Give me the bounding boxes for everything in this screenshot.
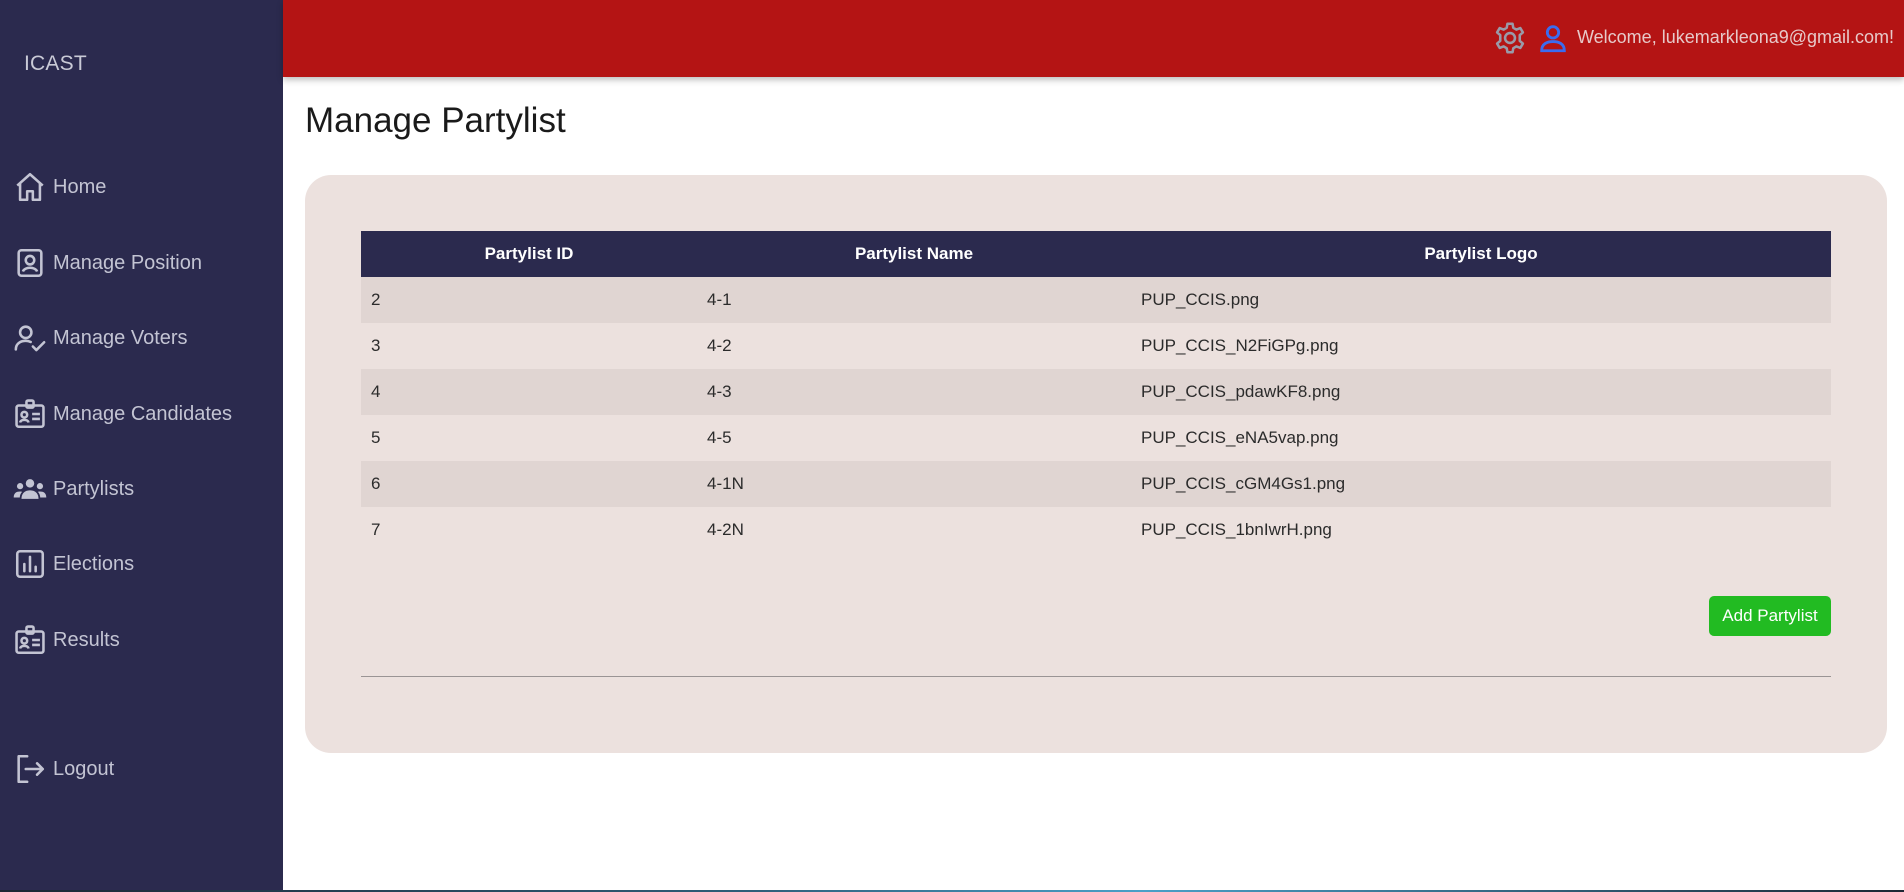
sidebar-item-label: Partylists xyxy=(53,477,135,500)
sidebar-item-label: Manage Voters xyxy=(53,326,188,349)
cell-id: 4 xyxy=(361,369,697,415)
id-card-icon xyxy=(15,625,45,655)
sidebar-item-label: Manage Position xyxy=(53,251,202,274)
position-badge-icon xyxy=(17,248,43,278)
cell-logo: PUP_CCIS_pdawKF8.png xyxy=(1131,369,1831,415)
sidebar-item-label: Elections xyxy=(53,552,135,575)
sidebar-item-logout[interactable]: Logout xyxy=(13,749,114,789)
column-header-logo: Partylist Logo xyxy=(1131,231,1831,277)
sidebar-item-label: Manage Candidates xyxy=(53,402,233,425)
divider xyxy=(361,676,1831,677)
sidebar-item-elections[interactable]: Elections xyxy=(13,544,134,584)
cell-logo: PUP_CCIS_cGM4Gs1.png xyxy=(1131,461,1831,507)
home-icon xyxy=(16,172,44,202)
partylist-table: Partylist ID Partylist Name Partylist Lo… xyxy=(361,231,1831,553)
cell-id: 7 xyxy=(361,507,697,553)
sidebar-item-results[interactable]: Results xyxy=(13,620,120,660)
sidebar-item-label: Logout xyxy=(53,757,115,780)
table-row[interactable]: 3 4-2 PUP_CCIS_N2FiGPg.png xyxy=(361,323,1831,369)
cell-name: 4-3 xyxy=(697,369,1131,415)
cell-name: 4-2 xyxy=(697,323,1131,369)
logout-icon xyxy=(17,754,45,784)
sidebar-item-home[interactable]: Home xyxy=(13,167,106,207)
table-row[interactable]: 4 4-3 PUP_CCIS_pdawKF8.png xyxy=(361,369,1831,415)
cell-id: 3 xyxy=(361,323,697,369)
brand-logo-text: ICAST xyxy=(24,52,87,75)
column-header-id: Partylist ID xyxy=(361,231,697,277)
table-header-row: Partylist ID Partylist Name Partylist Lo… xyxy=(361,231,1831,277)
table-row[interactable]: 5 4-5 PUP_CCIS_eNA5vap.png xyxy=(361,415,1831,461)
cell-logo: PUP_CCIS_1bnIwrH.png xyxy=(1131,507,1831,553)
partylist-card: Partylist ID Partylist Name Partylist Lo… xyxy=(305,175,1887,753)
cell-logo: PUP_CCIS_N2FiGPg.png xyxy=(1131,323,1831,369)
user-check-icon xyxy=(14,325,46,352)
top-header: Welcome, lukemarkleona9@gmail.com! xyxy=(283,0,1904,77)
cell-logo: PUP_CCIS_eNA5vap.png xyxy=(1131,415,1831,461)
cell-name: 4-1N xyxy=(697,461,1131,507)
cell-id: 5 xyxy=(361,415,697,461)
group-icon xyxy=(13,479,47,499)
column-header-name: Partylist Name xyxy=(697,231,1131,277)
sidebar-item-manage-voters[interactable]: Manage Voters xyxy=(13,318,188,358)
id-card-icon xyxy=(15,399,45,429)
sidebar: ICAST Home Manage Position Manage Voters xyxy=(0,0,283,890)
cell-name: 4-2N xyxy=(697,507,1131,553)
page-title: Manage Partylist xyxy=(305,101,566,140)
sidebar-item-label: Results xyxy=(53,628,120,651)
welcome-text: Welcome, lukemarkleona9@gmail.com! xyxy=(1577,27,1895,47)
sidebar-item-label: Home xyxy=(53,175,107,198)
cell-logo: PUP_CCIS.png xyxy=(1131,277,1831,323)
table-row[interactable]: 2 4-1 PUP_CCIS.png xyxy=(361,277,1831,323)
sidebar-item-manage-position[interactable]: Manage Position xyxy=(13,243,202,283)
gear-icon[interactable] xyxy=(1492,20,1528,56)
cell-id: 2 xyxy=(361,277,697,323)
app-window: ICAST Home Manage Position Manage Voters xyxy=(0,0,1904,890)
cell-id: 6 xyxy=(361,461,697,507)
table-row[interactable]: 6 4-1N PUP_CCIS_cGM4Gs1.png xyxy=(361,461,1831,507)
add-partylist-button[interactable]: Add Partylist xyxy=(1709,596,1831,636)
user-icon[interactable] xyxy=(1536,21,1570,55)
sidebar-item-manage-candidates[interactable]: Manage Candidates xyxy=(13,394,232,434)
cell-name: 4-1 xyxy=(697,277,1131,323)
cell-name: 4-5 xyxy=(697,415,1131,461)
table-row[interactable]: 7 4-2N PUP_CCIS_1bnIwrH.png xyxy=(361,507,1831,553)
bar-chart-icon xyxy=(15,549,45,579)
sidebar-item-partylists[interactable]: Partylists xyxy=(13,469,134,509)
